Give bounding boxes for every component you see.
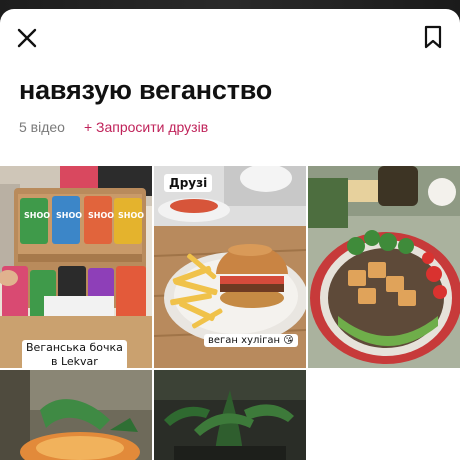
sheet-header	[0, 9, 460, 65]
close-icon	[17, 28, 37, 48]
video-thumbnail	[154, 370, 306, 460]
svg-text:SHOO: SHOO	[118, 211, 144, 220]
video-caption-line: Веганська бочка	[26, 341, 123, 354]
svg-text:SHOO: SHOO	[24, 211, 50, 220]
video-tile[interactable]	[0, 370, 152, 460]
video-caption: Веганська бочка в Lekvar	[22, 340, 127, 368]
video-tile[interactable]	[308, 166, 460, 368]
bookmark-button[interactable]	[417, 21, 449, 53]
video-tile[interactable]: Друзі веган хуліган 😘	[154, 166, 306, 368]
video-sticker: Друзі	[164, 174, 213, 192]
collection-sheet: навязую веганство 5 відео + Запросити др…	[0, 9, 460, 460]
video-grid: SHOO SHOO SHOO SHOO Веганська бочка в Le…	[0, 166, 460, 460]
video-tile[interactable]	[154, 370, 306, 460]
invite-friends-link[interactable]: + Запросити друзів	[84, 119, 208, 135]
collection-meta: 5 відео + Запросити друзів	[19, 119, 208, 135]
video-caption-line: в Lekvar	[51, 355, 98, 368]
bookmark-icon	[424, 25, 442, 49]
svg-text:SHOO: SHOO	[88, 211, 114, 220]
video-count: 5 відео	[19, 119, 65, 135]
video-thumbnail	[0, 370, 152, 460]
svg-text:SHOO: SHOO	[56, 211, 82, 220]
video-thumbnail: SHOO SHOO SHOO SHOO	[0, 166, 152, 368]
video-tile[interactable]: SHOO SHOO SHOO SHOO Веганська бочка в Le…	[0, 166, 152, 368]
video-thumbnail	[308, 166, 460, 368]
video-caption: веган хуліган 😘	[204, 334, 298, 347]
collection-title: навязую веганство	[19, 75, 273, 105]
close-button[interactable]	[11, 22, 43, 54]
